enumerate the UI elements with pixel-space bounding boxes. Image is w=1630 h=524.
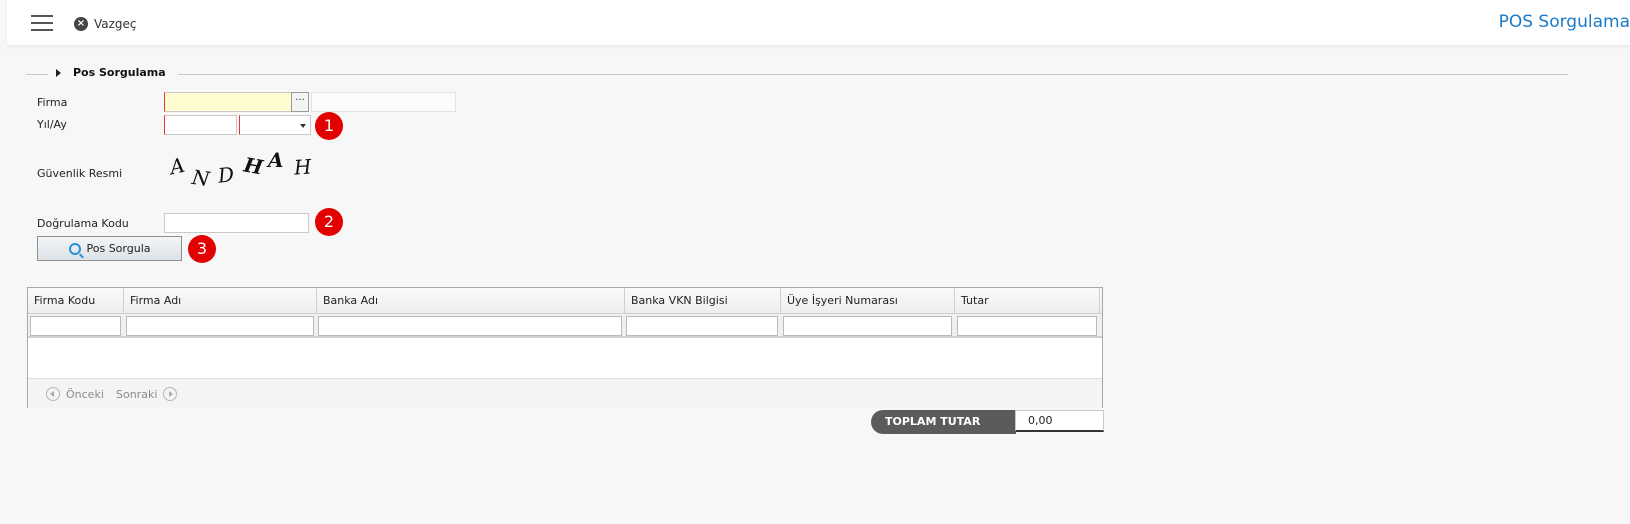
- filter-row: [28, 314, 1102, 338]
- step-badge-3: 3: [188, 235, 216, 263]
- captcha-letter: D: [216, 162, 236, 188]
- filter-banka-vkn[interactable]: [626, 316, 778, 336]
- collapse-arrow-icon[interactable]: [56, 69, 61, 77]
- year-input[interactable]: [164, 115, 237, 135]
- captcha-image: A N D H A H: [166, 148, 326, 192]
- total-label: TOPLAM TUTAR: [871, 410, 1016, 434]
- next-label: Sonraki: [116, 387, 158, 401]
- search-icon: [68, 242, 81, 255]
- prev-label: Önceki: [66, 387, 104, 401]
- guvenlik-label: Güvenlik Resmi: [37, 167, 123, 180]
- prev-page-button[interactable]: Önceki: [46, 387, 104, 401]
- grid-header: Firma Kodu Firma Adı Banka Adı Banka VKN…: [28, 288, 1102, 314]
- column-header[interactable]: Firma Adı: [124, 288, 317, 314]
- chevron-down-icon: [300, 124, 306, 128]
- verification-code-input[interactable]: [164, 213, 309, 233]
- filter-tutar[interactable]: [957, 316, 1097, 336]
- filter-firma-adi[interactable]: [126, 316, 314, 336]
- column-header[interactable]: Tutar: [955, 288, 1100, 314]
- filter-banka-adi[interactable]: [318, 316, 622, 336]
- pager: Önceki Sonraki: [28, 378, 1102, 408]
- yil-ay-label: Yıl/Ay: [37, 118, 67, 131]
- column-header[interactable]: Firma Kodu: [28, 288, 124, 314]
- firma-code-input[interactable]: [164, 92, 292, 112]
- pos-query-label: Pos Sorgula: [86, 242, 151, 255]
- column-header[interactable]: Banka VKN Bilgisi: [625, 288, 781, 314]
- firma-lookup-button[interactable]: ···: [291, 92, 309, 112]
- section-title: Pos Sorgulama: [73, 66, 166, 79]
- captcha-letter: A: [167, 152, 187, 180]
- top-bar: × Vazgeç POS Sorgulama: [7, 0, 1630, 45]
- chevron-left-icon: [46, 387, 60, 401]
- captcha-letter: A: [268, 148, 284, 172]
- filter-uye-isyeri[interactable]: [783, 316, 952, 336]
- cancel-label: Vazgeç: [94, 17, 137, 31]
- firma-label: Firma: [37, 96, 68, 109]
- page-title: POS Sorgulama: [1498, 12, 1630, 32]
- firma-name-field: [311, 92, 456, 112]
- divider: [178, 74, 1568, 75]
- step-badge-1: 1: [315, 112, 343, 140]
- section-header[interactable]: Pos Sorgulama: [26, 65, 1568, 79]
- menu-icon[interactable]: [31, 15, 53, 31]
- chevron-right-icon: [163, 387, 178, 401]
- next-page-button[interactable]: Sonraki: [116, 387, 178, 401]
- results-grid: Firma Kodu Firma Adı Banka Adı Banka VKN…: [27, 287, 1103, 408]
- pos-query-button[interactable]: Pos Sorgula: [37, 236, 182, 261]
- captcha-letter: H: [242, 152, 265, 180]
- filter-firma-kodu[interactable]: [30, 316, 121, 336]
- captcha-letter: N: [190, 164, 212, 192]
- captcha-letter: H: [293, 154, 313, 180]
- cancel-button[interactable]: × Vazgeç: [74, 16, 137, 32]
- divider: [26, 74, 48, 75]
- month-select[interactable]: [239, 115, 311, 135]
- close-icon: ×: [74, 17, 88, 31]
- step-badge-2: 2: [315, 208, 343, 236]
- total-value: 0,00: [1015, 410, 1104, 432]
- grid-body: [28, 340, 1102, 378]
- column-header[interactable]: Üye İşyeri Numarası: [781, 288, 955, 314]
- dogrulama-label: Doğrulama Kodu: [37, 217, 129, 230]
- column-header[interactable]: Banka Adı: [317, 288, 625, 314]
